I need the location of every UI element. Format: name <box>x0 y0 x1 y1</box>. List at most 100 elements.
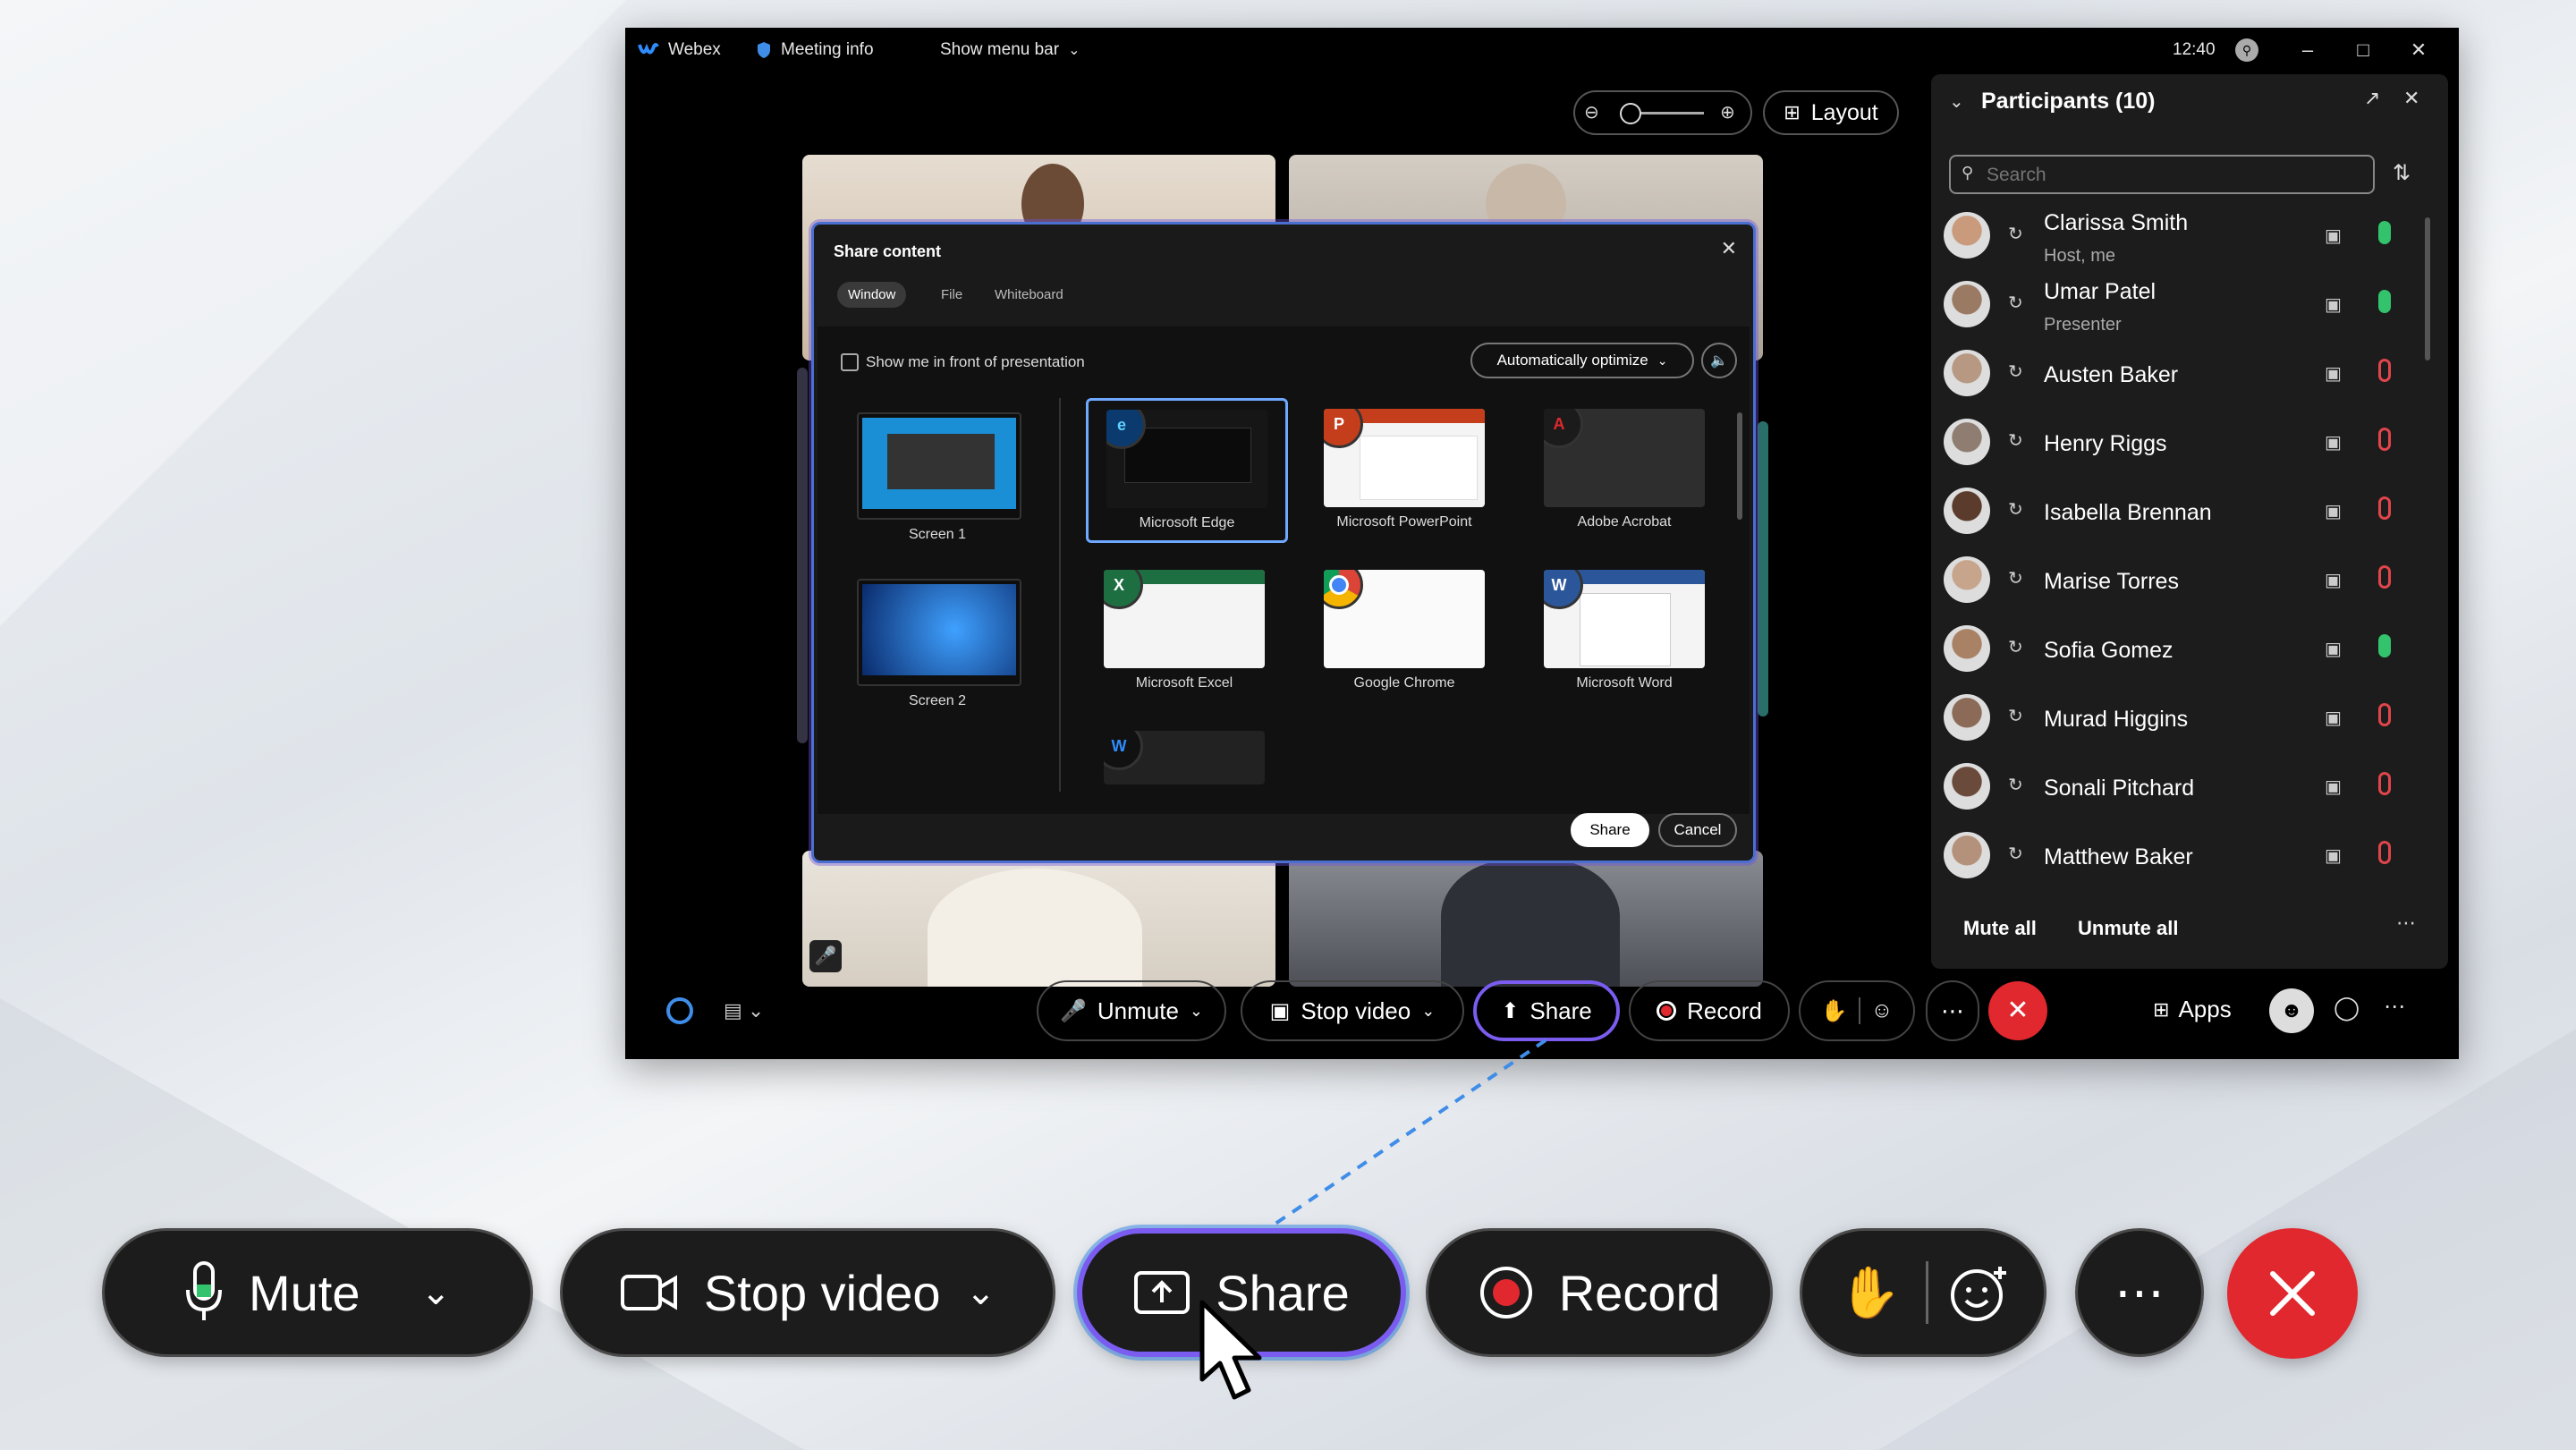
minimize-icon[interactable]: – <box>2294 37 2321 64</box>
tab-whiteboard[interactable]: Whiteboard <box>984 282 1074 308</box>
meeting-info-button[interactable]: Meeting info <box>756 40 874 60</box>
participant-row[interactable]: ↻ Murad Higgins ▣ <box>1944 687 2436 755</box>
close-window-icon[interactable]: ✕ <box>2405 37 2432 64</box>
window-option-edge[interactable]: e Microsoft Edge <box>1086 398 1288 543</box>
video-camera-icon[interactable]: ▣ <box>2325 500 2342 522</box>
share-button[interactable]: ⬆ Share <box>1473 980 1620 1041</box>
pop-out-icon[interactable]: ↗ <box>2364 87 2380 110</box>
participant-name: Austen Baker <box>2044 362 2179 387</box>
participant-row[interactable]: ↻ Clarissa Smith Host, me ▣ <box>1944 205 2436 273</box>
window-option-acrobat[interactable]: A Adobe Acrobat <box>1544 409 1705 530</box>
sort-icon[interactable]: ⇅ <box>2393 160 2411 186</box>
window-option-word[interactable]: W Microsoft Word <box>1544 570 1705 691</box>
stop-video-button[interactable]: ▣ Stop video ⌄ <box>1241 980 1464 1041</box>
video-camera-icon[interactable]: ▣ <box>2325 844 2342 867</box>
dialog-share-button[interactable]: Share <box>1571 813 1649 847</box>
big-end-call-button[interactable] <box>2227 1228 2358 1359</box>
app-name: Webex <box>668 40 721 59</box>
video-tile-6[interactable] <box>1289 851 1763 987</box>
window-option-chrome[interactable]: Google Chrome <box>1324 570 1485 691</box>
screen-2-option[interactable]: Screen 2 <box>857 579 1021 709</box>
window-option-webex[interactable]: W <box>1104 731 1265 784</box>
participant-row[interactable]: ↻ Isabella Brennan ▣ <box>1944 480 2436 548</box>
participant-row[interactable]: ↻ Austen Baker ▣ <box>1944 343 2436 411</box>
show-me-checkbox[interactable] <box>841 353 859 371</box>
participant-row[interactable]: ↻ Umar Patel Presenter ▣ <box>1944 274 2436 342</box>
video-camera-icon[interactable]: ▣ <box>2325 362 2342 385</box>
more-button[interactable]: ⋯ <box>1926 980 1979 1041</box>
show-menu-bar-button[interactable]: Show menu bar ⌄ <box>940 40 1080 60</box>
chat-icon[interactable]: ◯ <box>2334 994 2360 1022</box>
share-content-dialog: Share content ✕ Window File Whiteboard S… <box>811 222 1756 863</box>
record-button[interactable]: Record <box>1629 980 1790 1041</box>
video-camera-icon[interactable]: ▣ <box>2325 707 2342 729</box>
microphone-muted-icon[interactable] <box>2378 703 2391 726</box>
participants-toggle-icon[interactable]: ☻ <box>2269 988 2314 1033</box>
microphone-icon[interactable] <box>2378 290 2391 313</box>
zoom-in-icon[interactable]: ⊕ <box>1720 101 1735 123</box>
microphone-muted-icon[interactable] <box>2378 496 2391 520</box>
video-camera-icon[interactable]: ▣ <box>2325 431 2342 454</box>
close-panel-icon[interactable]: ✕ <box>2403 87 2419 110</box>
participant-row[interactable]: ↻ Sonali Pitchard ▣ <box>1944 756 2436 824</box>
unmute-all-button[interactable]: Unmute all <box>2078 917 2178 940</box>
participant-row[interactable]: ↻ Marise Torres ▣ <box>1944 549 2436 617</box>
raise-hand-icon[interactable]: ✋ <box>1821 998 1848 1024</box>
zoom-slider-handle[interactable] <box>1620 103 1641 124</box>
search-input[interactable] <box>1985 162 2364 189</box>
ai-assistant-icon[interactable] <box>666 997 693 1024</box>
participant-search[interactable]: ⚲ <box>1949 155 2375 194</box>
layout-button[interactable]: ⊞ Layout <box>1763 90 1899 135</box>
window-option-excel[interactable]: X Microsoft Excel <box>1104 570 1265 691</box>
screen-1-option[interactable]: Screen 1 <box>857 412 1021 543</box>
dialog-cancel-button[interactable]: Cancel <box>1658 813 1737 847</box>
big-more-button[interactable]: ⋯ <box>2075 1228 2204 1357</box>
microphone-muted-icon[interactable] <box>2378 359 2391 382</box>
participant-row[interactable]: ↻ Matthew Baker ▣ <box>1944 825 2436 893</box>
microphone-muted-icon[interactable] <box>2378 428 2391 451</box>
optimize-label: Automatically optimize <box>1496 352 1648 369</box>
video-camera-icon[interactable]: ▣ <box>2325 293 2342 316</box>
audio-share-button[interactable]: 🔈 <box>1701 343 1737 378</box>
mute-all-button[interactable]: Mute all <box>1963 917 2037 940</box>
more-options-icon[interactable]: ⋯ <box>2396 912 2416 935</box>
tab-window[interactable]: Window <box>837 282 907 308</box>
video-camera-icon <box>620 1275 677 1310</box>
end-call-button[interactable]: ✕ <box>1988 981 2047 1040</box>
participant-name: Murad Higgins <box>2044 707 2189 732</box>
emoji-reaction-icon[interactable] <box>1948 1263 2012 1322</box>
microphone-muted-icon[interactable] <box>2378 565 2391 589</box>
tab-file[interactable]: File <box>930 282 973 308</box>
key-icon[interactable]: ⚲ <box>2235 38 2258 62</box>
more-panels-icon[interactable]: ⋯ <box>2384 994 2405 1020</box>
video-camera-icon[interactable]: ▣ <box>2325 776 2342 798</box>
big-stop-video-button[interactable]: Stop video ⌄ <box>560 1228 1055 1357</box>
raise-hand-icon[interactable]: ✋ <box>1814 1263 1927 1322</box>
close-dialog-icon[interactable]: ✕ <box>1721 237 1737 260</box>
participant-scrollbar[interactable] <box>2425 217 2430 360</box>
participant-row[interactable]: ↻ Henry Riggs ▣ <box>1944 411 2436 479</box>
apps-button[interactable]: ⊞ Apps <box>2153 996 2232 1023</box>
video-tile-5[interactable]: 🎤 <box>802 851 1275 987</box>
unmute-button[interactable]: 🎤 Unmute ⌄ <box>1037 980 1226 1041</box>
zoom-out-icon[interactable]: ⊖ <box>1584 101 1599 123</box>
microphone-icon[interactable] <box>2378 634 2391 657</box>
big-mute-button[interactable]: Mute ⌄ <box>102 1228 533 1357</box>
device-status-icon: ↻ <box>2008 362 2023 382</box>
emoji-reaction-icon[interactable]: ☺ <box>1871 998 1894 1023</box>
video-camera-icon[interactable]: ▣ <box>2325 569 2342 591</box>
zoom-control[interactable]: ⊖ ⊕ <box>1573 90 1752 135</box>
window-option-powerpoint[interactable]: P Microsoft PowerPoint <box>1324 409 1485 530</box>
big-record-button[interactable]: Record <box>1426 1228 1773 1357</box>
collapse-chevron-icon[interactable]: ⌄ <box>1949 90 1964 113</box>
optimize-dropdown[interactable]: Automatically optimize ⌄ <box>1470 343 1694 378</box>
maximize-icon[interactable]: □ <box>2350 37 2377 64</box>
video-camera-icon[interactable]: ▣ <box>2325 638 2342 660</box>
microphone-icon[interactable] <box>2378 221 2391 244</box>
video-camera-icon[interactable]: ▣ <box>2325 225 2342 247</box>
captions-icon[interactable]: ▤ ⌄ <box>724 999 764 1022</box>
microphone-muted-icon[interactable] <box>2378 772 2391 795</box>
microphone-muted-icon[interactable] <box>2378 841 2391 864</box>
dialog-scrollbar[interactable] <box>1737 412 1742 520</box>
participant-row[interactable]: ↻ Sofia Gomez ▣ <box>1944 618 2436 686</box>
